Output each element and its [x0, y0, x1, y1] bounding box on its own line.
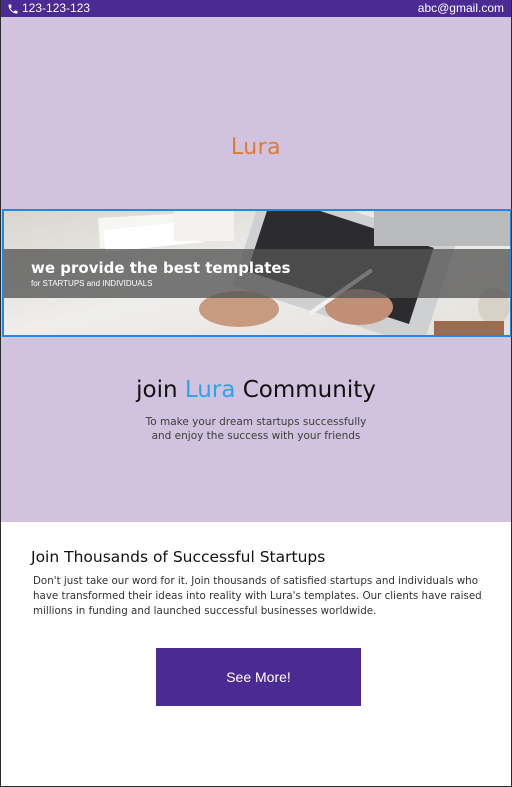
section-body: Don't just take our word for it. Join th…: [33, 575, 482, 617]
community-heading-prefix: join: [136, 377, 178, 403]
community-heading: join Lura Community: [1, 377, 511, 403]
community-subtitle: To make your dream startups successfully…: [1, 415, 511, 443]
community-subtitle-line: and enjoy the success with your friends: [151, 430, 361, 442]
phone-number: 123-123-123: [22, 1, 91, 15]
top-bar: 123-123-123 abc@gmail.com: [1, 0, 511, 17]
page-frame: 123-123-123 abc@gmail.com Lura we provid…: [0, 0, 512, 787]
hero-section: Lura we provide the best templates for S…: [1, 17, 511, 522]
banner-image: we provide the best templates for STARTU…: [2, 209, 511, 337]
email-link[interactable]: abc@gmail.com: [418, 0, 504, 17]
see-more-button[interactable]: See More!: [156, 648, 361, 706]
community-heading-suffix: Community: [242, 377, 376, 403]
section-heading: Join Thousands of Successful Startups: [31, 548, 326, 566]
brand-logo[interactable]: Lura: [1, 135, 511, 160]
cta-container: See More!: [156, 648, 361, 706]
phone-icon: [7, 3, 19, 15]
content-section: Join Thousands of Successful Startups Do…: [1, 522, 511, 619]
community-heading-brand: Lura: [184, 377, 236, 403]
phone-contact[interactable]: 123-123-123: [7, 0, 90, 17]
banner-subtitle: for STARTUPS and INDIVIDUALS: [31, 279, 153, 288]
community-subtitle-line: To make your dream startups successfully: [145, 416, 367, 428]
banner-title: we provide the best templates: [31, 259, 291, 277]
